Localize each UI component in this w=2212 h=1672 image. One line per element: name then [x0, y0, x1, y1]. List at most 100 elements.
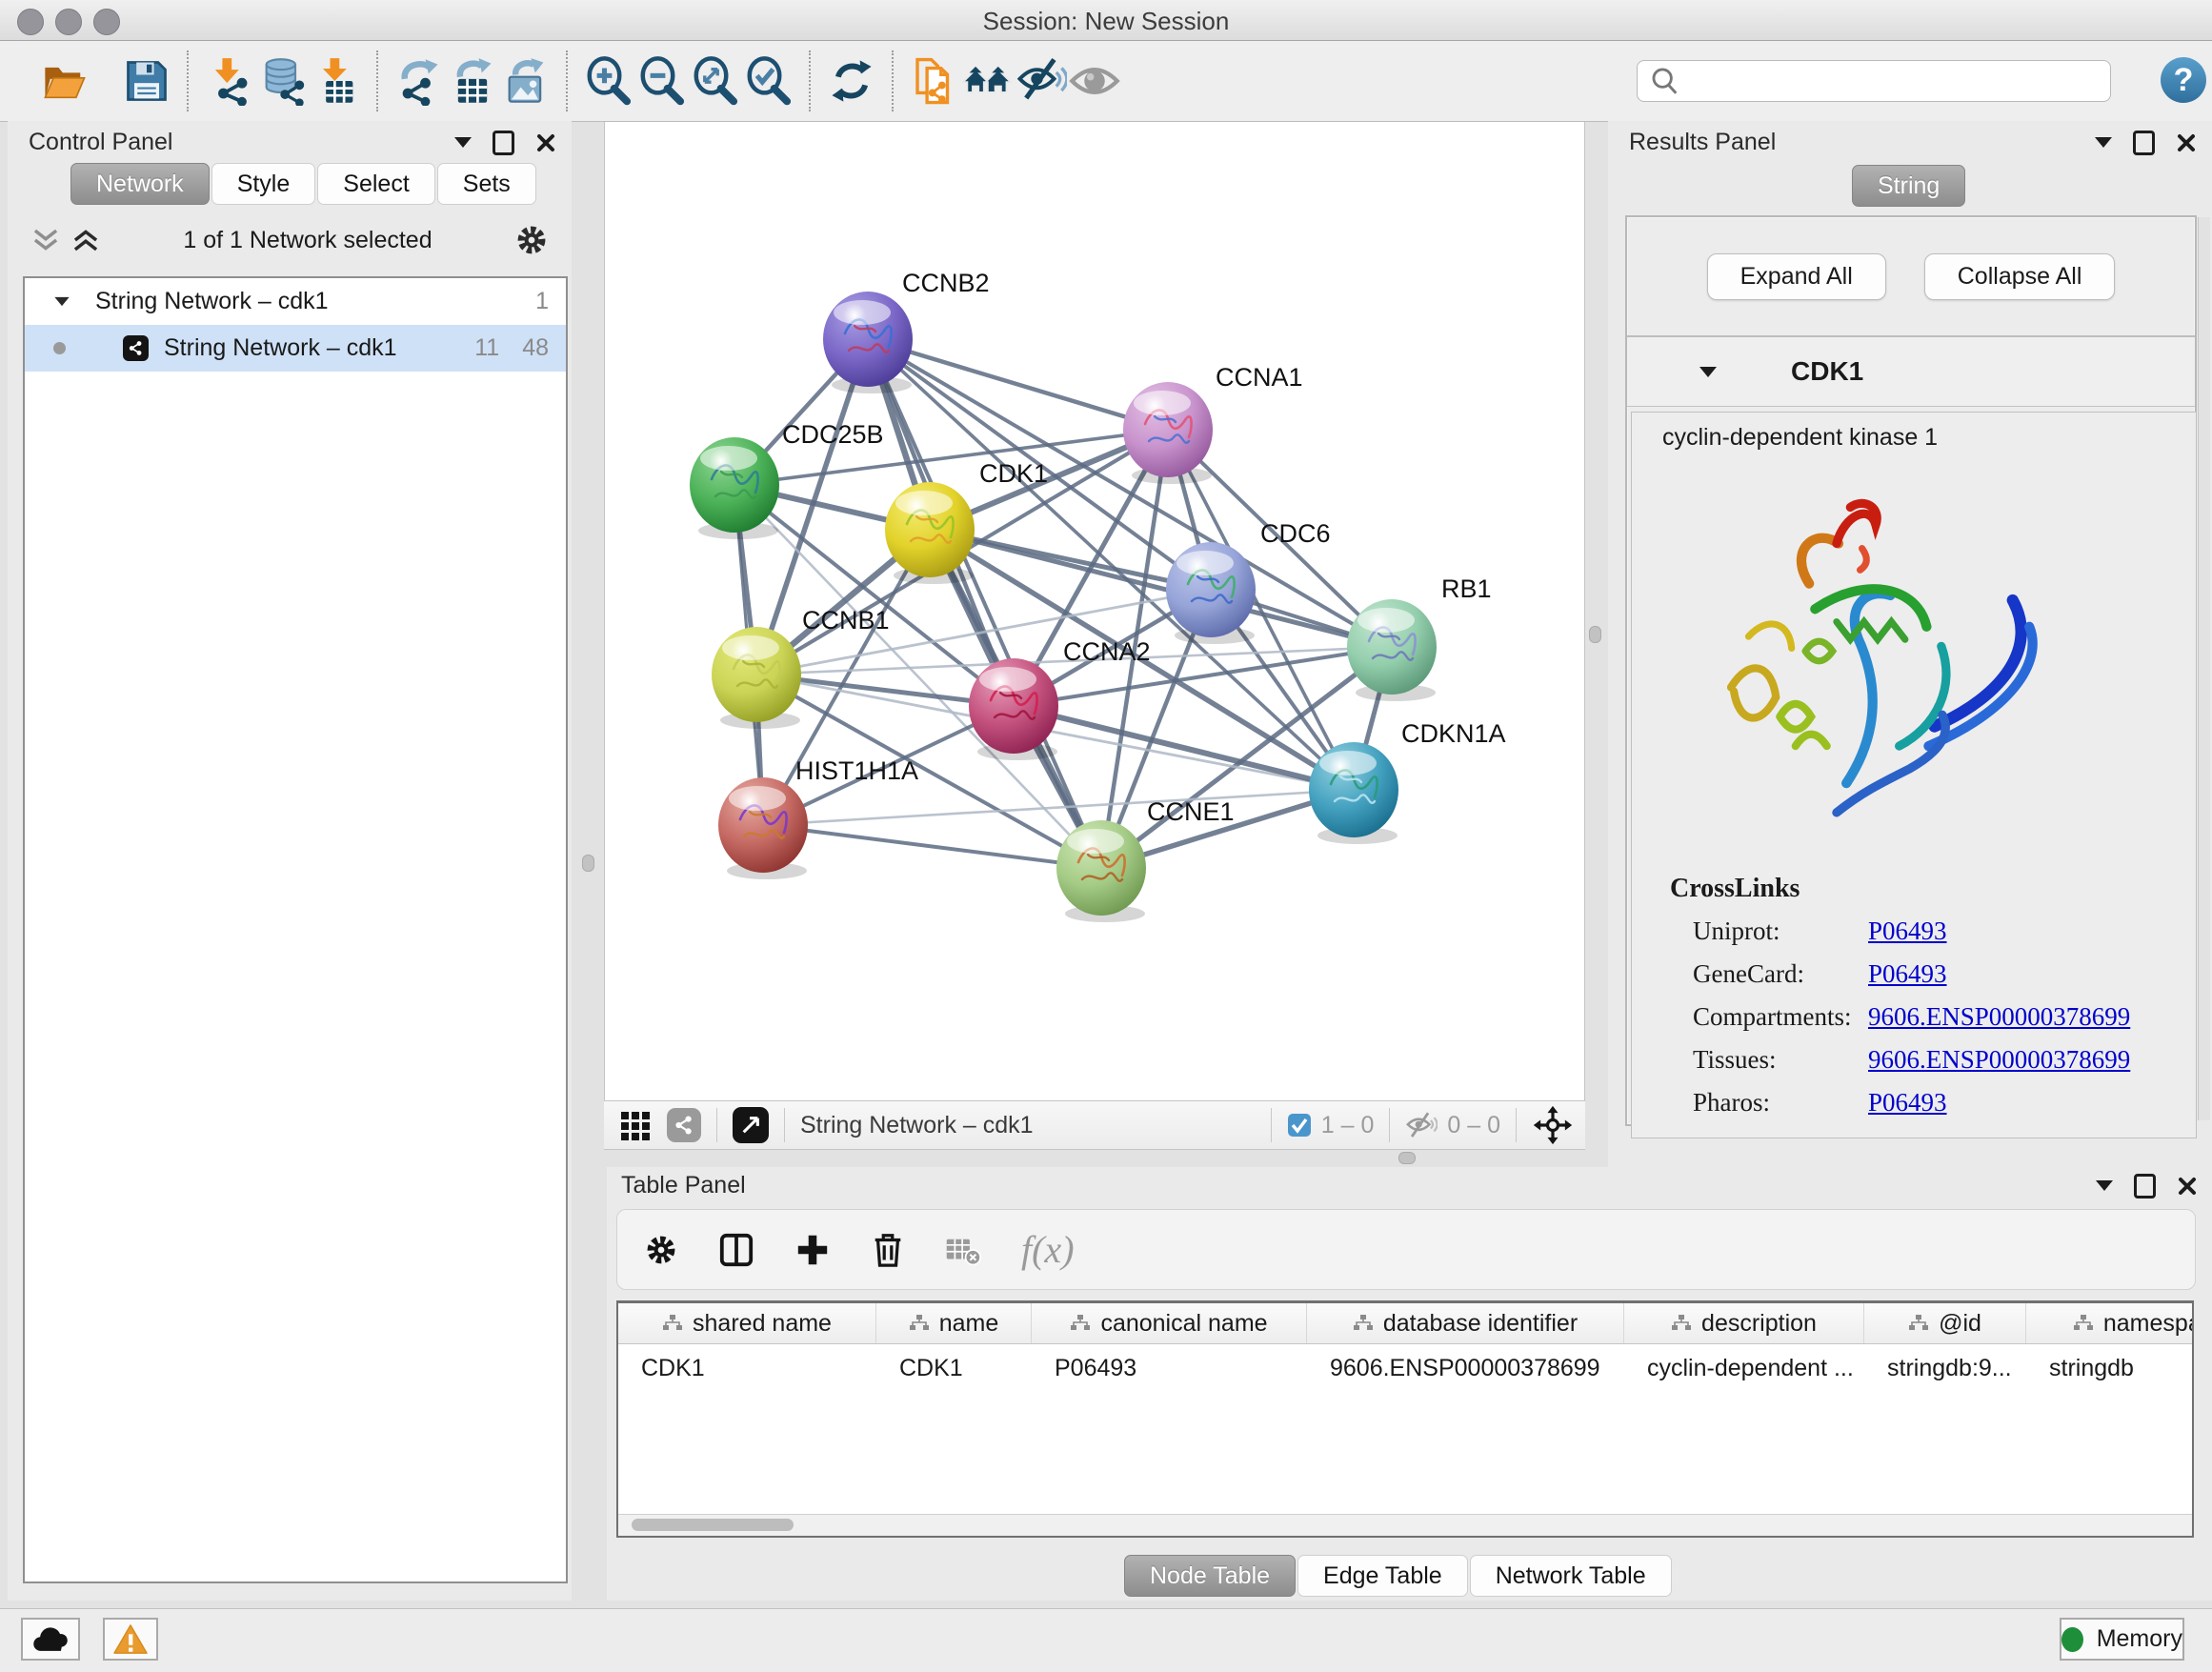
table-cell[interactable]: P06493 [1032, 1344, 1307, 1392]
zoom-in-button[interactable] [582, 52, 635, 110]
edge-CCNB2-CCNA1[interactable] [868, 339, 1168, 430]
cloud-status-button[interactable] [21, 1618, 80, 1661]
show-columns-icon[interactable] [718, 1232, 754, 1268]
delete-table-icon[interactable] [945, 1234, 981, 1266]
tab-network[interactable]: Network [70, 163, 210, 205]
tree-expand-icon[interactable] [54, 297, 69, 306]
table-settings-gear-icon[interactable] [644, 1233, 678, 1267]
left-splitter-handle[interactable] [582, 855, 594, 872]
add-column-icon[interactable] [794, 1232, 831, 1268]
tab-edge-table[interactable]: Edge Table [1297, 1555, 1468, 1597]
export-table-button[interactable] [446, 52, 499, 110]
panel-close-icon[interactable] [535, 132, 556, 153]
memory-button[interactable]: Memory [2060, 1618, 2184, 1661]
selected-checkbox-icon[interactable] [1287, 1113, 1312, 1138]
edge-HIST1H1A-CCNE1[interactable] [763, 825, 1101, 868]
refresh-button[interactable] [825, 52, 878, 110]
pan-move-icon[interactable] [1532, 1104, 1574, 1146]
zoom-selected-button[interactable] [742, 52, 795, 110]
tab-style[interactable]: Style [211, 163, 316, 205]
export-image-button[interactable] [499, 52, 553, 110]
column-header--id[interactable]: @id [1864, 1303, 2026, 1343]
function-builder-icon[interactable]: f(x) [1021, 1227, 1075, 1272]
grid-view-icon[interactable] [619, 1108, 654, 1142]
table-cell[interactable]: CDK1 [876, 1344, 1032, 1392]
panel-float-icon[interactable] [2134, 1174, 2156, 1199]
panel-float-icon[interactable] [493, 131, 514, 155]
import-database-button[interactable] [256, 52, 310, 110]
network-view-icon[interactable] [667, 1108, 701, 1142]
tab-node-table[interactable]: Node Table [1124, 1555, 1296, 1597]
crosslink-link[interactable]: 9606.ENSP00000378699 [1868, 1045, 2130, 1075]
home-button[interactable] [961, 52, 1015, 110]
gene-section-header[interactable]: CDK1 [1627, 337, 2195, 407]
collapse-all-button[interactable]: Collapse All [1924, 253, 2116, 300]
tab-network-table[interactable]: Network Table [1470, 1555, 1672, 1597]
column-header-canonical-name[interactable]: canonical name [1032, 1303, 1307, 1343]
zoom-fit-button[interactable] [689, 52, 742, 110]
import-table-button[interactable] [310, 52, 363, 110]
column-header-description[interactable]: description [1624, 1303, 1864, 1343]
table-cell[interactable]: cyclin-dependent ... [1624, 1344, 1864, 1392]
search-input[interactable] [1681, 65, 2110, 97]
import-network-button[interactable] [203, 52, 256, 110]
node-CDKN1A[interactable]: CDKN1A [1309, 719, 1506, 844]
open-file-icon [40, 56, 90, 106]
save-session-button[interactable] [120, 52, 173, 110]
panel-float-icon[interactable] [2133, 131, 2155, 155]
delete-column-trash-icon[interactable] [871, 1232, 905, 1268]
right-splitter-handle[interactable] [1589, 626, 1601, 643]
panel-menu-icon[interactable] [2095, 137, 2112, 148]
node-RB1[interactable]: RB1 [1347, 574, 1492, 701]
hidden-eye-icon[interactable] [1405, 1111, 1438, 1139]
network-collection-row[interactable]: String Network – cdk1 1 [25, 278, 566, 325]
network-view-title: String Network – cdk1 [800, 1112, 1034, 1139]
network-graph[interactable]: CCNB2CCNA1CDC25BCDK1CDC6RB1CCNB1CCNA2CDK… [605, 122, 1584, 1100]
bottom-splitter-handle[interactable] [1398, 1152, 1416, 1164]
warning-status-button[interactable] [103, 1618, 158, 1661]
table-cell[interactable]: stringdb [2026, 1344, 2194, 1392]
column-header-namespace[interactable]: namespace [2026, 1303, 2194, 1343]
results-scrollbar[interactable] [2198, 217, 2210, 1120]
hide-selected-button[interactable] [1015, 52, 1068, 110]
network-row[interactable]: String Network – cdk1 11 48 [25, 325, 566, 372]
show-all-button[interactable] [1068, 52, 1121, 110]
panel-close-icon[interactable] [2177, 1176, 2198, 1197]
crosslink-link[interactable]: P06493 [1868, 1088, 1947, 1118]
table-cell[interactable]: CDK1 [618, 1344, 876, 1392]
tab-string[interactable]: String [1852, 165, 1965, 207]
table-row[interactable]: CDK1CDK1P064939606.ENSP00000378699cyclin… [618, 1344, 2192, 1392]
tab-sets[interactable]: Sets [437, 163, 536, 205]
node-table[interactable]: shared namenamecanonical namedatabase id… [616, 1300, 2194, 1538]
node-CCNB1[interactable]: CCNB1 [712, 606, 890, 729]
crosslink-link[interactable]: P06493 [1868, 917, 1947, 946]
help-button[interactable]: ? [2161, 57, 2206, 103]
crosslink-link[interactable]: 9606.ENSP00000378699 [1868, 1002, 2130, 1032]
expand-all-icon[interactable] [70, 227, 101, 253]
panel-menu-icon[interactable] [2096, 1180, 2113, 1191]
node-CCNE1[interactable]: CCNE1 [1056, 797, 1235, 922]
birds-eye-view-icon[interactable] [733, 1107, 769, 1143]
panel-menu-icon[interactable] [454, 137, 472, 148]
crosslink-link[interactable]: P06493 [1868, 959, 1947, 989]
tab-select[interactable]: Select [317, 163, 434, 205]
column-header-shared-name[interactable]: shared name [618, 1303, 876, 1343]
edge-CCNB2-CCNE1[interactable] [868, 339, 1101, 868]
table-horizontal-scrollbar[interactable] [618, 1514, 2192, 1536]
panel-close-icon[interactable] [2176, 132, 2197, 153]
network-canvas[interactable]: CCNB2CCNA1CDC25BCDK1CDC6RB1CCNB1CCNA2CDK… [604, 122, 1585, 1100]
open-file-button[interactable] [38, 52, 91, 110]
collapse-all-icon[interactable] [30, 227, 61, 253]
zoom-out-button[interactable] [635, 52, 689, 110]
section-collapse-icon[interactable] [1699, 367, 1717, 377]
scrollbar-thumb[interactable] [632, 1519, 794, 1531]
duplicate-network-button[interactable] [908, 52, 961, 110]
node-CCNA1[interactable]: CCNA1 [1123, 363, 1303, 484]
column-header-database-identifier[interactable]: database identifier [1307, 1303, 1624, 1343]
expand-all-button[interactable]: Expand All [1707, 253, 1886, 300]
export-network-button[interactable] [392, 52, 446, 110]
gear-icon[interactable] [514, 223, 549, 257]
table-cell[interactable]: 9606.ENSP00000378699 [1307, 1344, 1624, 1392]
table-cell[interactable]: stringdb:9... [1864, 1344, 2026, 1392]
column-header-name[interactable]: name [876, 1303, 1032, 1343]
